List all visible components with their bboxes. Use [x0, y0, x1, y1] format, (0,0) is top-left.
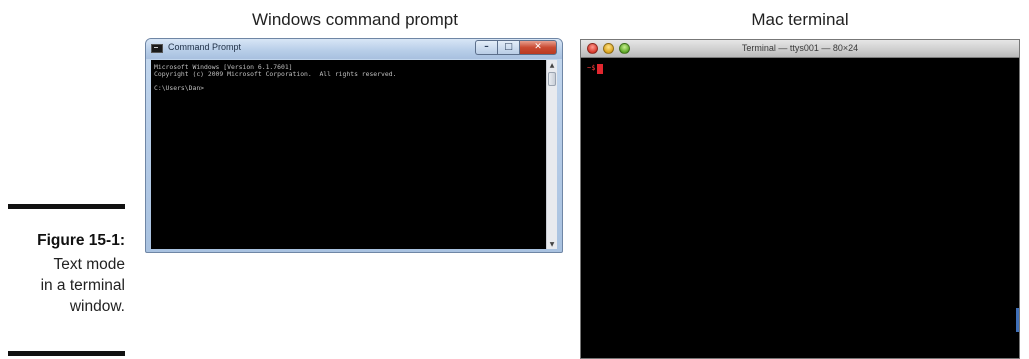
command-prompt-icon[interactable] [151, 44, 163, 53]
scroll-up-arrow-icon[interactable]: ▲ [547, 60, 557, 70]
windows-scrollbar[interactable]: ▲ ▼ [546, 60, 557, 249]
figure-rule-bottom [8, 351, 125, 356]
mac-terminal-window[interactable]: Terminal — ttys001 — 80×24 ~$ [580, 39, 1020, 359]
windows-titlebar[interactable]: Command Prompt – □ ✕ [146, 39, 562, 59]
figure-description: Text mode in a terminal window. [0, 254, 125, 317]
scrollbar-thumb[interactable] [548, 72, 556, 86]
figure-description-line: Text mode [53, 256, 125, 273]
windows-window-title: Command Prompt [168, 42, 242, 52]
mac-titlebar[interactable]: Terminal — ttys001 — 80×24 [581, 40, 1019, 58]
mac-caption: Mac terminal [751, 10, 849, 29]
windows-command-prompt-window: Command Prompt – □ ✕ Microsoft Windows [… [145, 38, 563, 253]
windows-caption: Windows command prompt [252, 10, 458, 29]
figure-label: Figure 15-1: [37, 232, 125, 249]
figure-rule-top [8, 204, 125, 209]
mac-window-title: Terminal — ttys001 — 80×24 [741, 43, 859, 53]
minimize-button[interactable]: – [475, 40, 497, 55]
console-prompt-line: C:\Users\Dan> [154, 84, 205, 92]
terminal-prompt: ~$ [587, 64, 596, 72]
scroll-down-arrow-icon[interactable]: ▼ [547, 239, 557, 249]
close-button[interactable]: ✕ [519, 40, 557, 55]
figure-description-line: in a terminal [40, 277, 125, 294]
maximize-button[interactable]: □ [497, 40, 519, 55]
window-edge-highlight [1016, 308, 1019, 332]
figure-description-line: window. [69, 298, 125, 315]
windows-console-area[interactable]: Microsoft Windows [Version 6.1.7601] Cop… [151, 60, 547, 249]
terminal-cursor [597, 64, 603, 74]
console-line: Copyright (c) 2009 Microsoft Corporation… [154, 70, 397, 78]
windows-window-controls: – □ ✕ [475, 40, 557, 56]
